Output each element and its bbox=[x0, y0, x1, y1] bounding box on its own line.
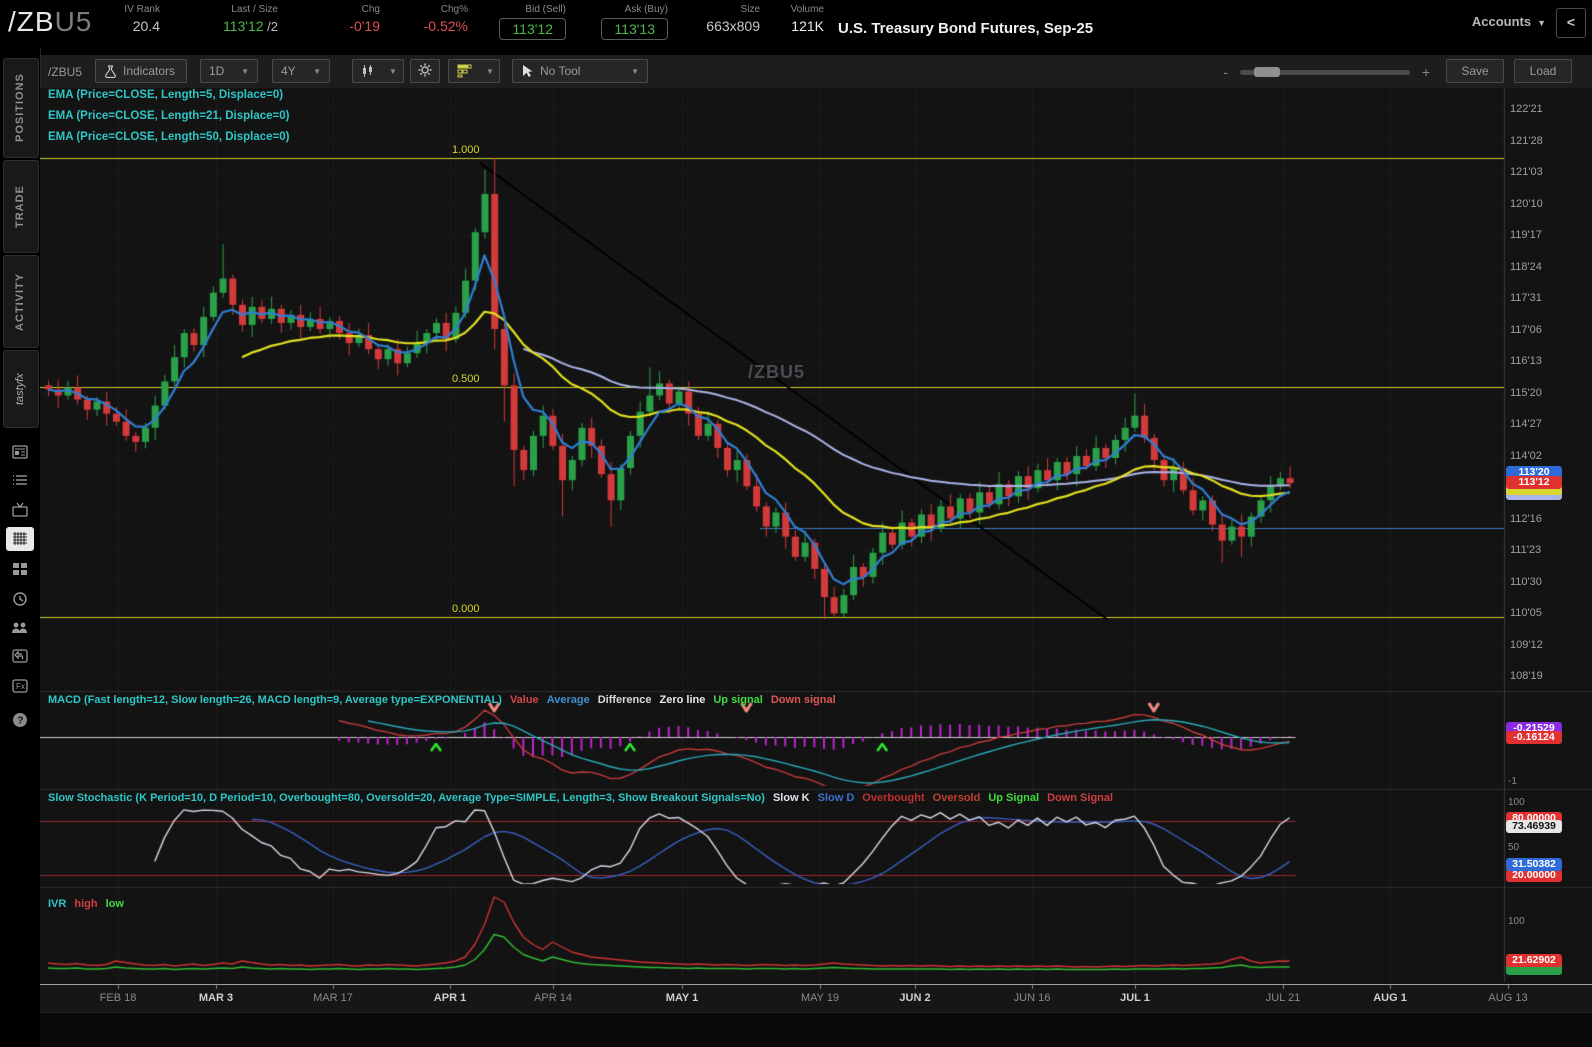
price-axis-label: 120'10 bbox=[1510, 197, 1543, 210]
time-axis-label: MAR 3 bbox=[198, 992, 234, 1004]
time-axis-label: AUG 1 bbox=[1373, 992, 1407, 1004]
ema-study-label[interactable]: EMA (Price=CLOSE, Length=5, Displace=0) bbox=[48, 89, 283, 101]
macd-legend-item: Difference bbox=[597, 694, 652, 706]
price-axis-label: 110'30 bbox=[1510, 575, 1542, 588]
price-axis-label: 122'21 bbox=[1510, 103, 1543, 115]
axis-value-badge: 31.50382 bbox=[1506, 858, 1562, 871]
stoch-legend-item: Slow D bbox=[817, 792, 855, 804]
ivr-legend-item: low bbox=[105, 898, 124, 910]
stoch-study-label: Slow Stochastic (K Period=10, D Period=1… bbox=[48, 792, 765, 804]
price-axis-label: 117'06 bbox=[1510, 323, 1542, 336]
price-axis-label: 121'03 bbox=[1510, 166, 1543, 178]
price-axis-label: 110'05 bbox=[1510, 607, 1542, 619]
stoch-legend-item: Slow K bbox=[772, 792, 810, 804]
time-axis-label: JUN 16 bbox=[1013, 992, 1051, 1004]
panel-axis-tick: -1 bbox=[1508, 776, 1517, 787]
time-axis-label: MAY 19 bbox=[800, 992, 840, 1004]
price-axis-label: 121'28 bbox=[1510, 134, 1543, 147]
time-axis-label: AUG 13 bbox=[1488, 992, 1528, 1004]
price-axis-label: 112'16 bbox=[1510, 512, 1542, 525]
macd-legend: MACD (Fast length=12, Slow length=26, MA… bbox=[48, 694, 844, 706]
axis-value-badge: 113'12 bbox=[1506, 476, 1562, 490]
macd-legend-item: Zero line bbox=[659, 694, 706, 706]
price-axis-label: 108'19 bbox=[1510, 670, 1543, 682]
chart-watermark: /ZBU5 bbox=[748, 362, 806, 382]
price-axis-label: 115'20 bbox=[1510, 386, 1542, 399]
time-axis-label: APR 1 bbox=[433, 992, 467, 1004]
time-axis-label: MAR 17 bbox=[313, 992, 353, 1004]
time-axis-label: JUL 1 bbox=[1120, 992, 1150, 1004]
stoch-legend-item: Down Signal bbox=[1047, 792, 1114, 804]
ivr-legend-item: high bbox=[74, 898, 98, 910]
price-axis-label: 119'17 bbox=[1510, 229, 1542, 241]
ema-study-label[interactable]: EMA (Price=CLOSE, Length=21, Displace=0) bbox=[48, 110, 289, 122]
ema-study-label[interactable]: EMA (Price=CLOSE, Length=50, Displace=0) bbox=[48, 131, 289, 143]
chart-surface[interactable] bbox=[40, 88, 1504, 984]
price-axis-label: 118'24 bbox=[1510, 260, 1542, 273]
price-axis-label: 109'12 bbox=[1510, 638, 1543, 651]
price-axis-label: 116'13 bbox=[1510, 355, 1542, 367]
macd-legend-item: Up signal bbox=[713, 694, 763, 706]
axis-value-badge: -0.16124 bbox=[1506, 731, 1562, 744]
macd-legend-item: Down signal bbox=[770, 694, 836, 706]
time-axis-label: FEB 18 bbox=[99, 992, 137, 1004]
panel-axis-tick: 50 bbox=[1508, 842, 1520, 853]
axis-value-badge: 21.62902 bbox=[1506, 954, 1562, 967]
macd-legend-item: Value bbox=[509, 694, 539, 706]
fib-level-label: 0.000 bbox=[452, 602, 480, 615]
stoch-legend: Slow Stochastic (K Period=10, D Period=1… bbox=[48, 792, 1121, 804]
fib-level-label: 1.000 bbox=[452, 143, 480, 156]
macd-legend-item: Average bbox=[546, 694, 590, 706]
price-axis-label: 117'31 bbox=[1510, 292, 1542, 304]
fib-level-label: 0.500 bbox=[452, 373, 480, 386]
time-axis-label: MAY 1 bbox=[665, 992, 699, 1004]
stoch-legend-item: Overbought bbox=[862, 792, 925, 804]
trading-platform-window: /ZBU5 IV Rank20.4Last / Size113'12 /2Chg… bbox=[0, 0, 1592, 1047]
axis-value-badge: 73.46939 bbox=[1506, 820, 1562, 833]
stoch-legend-item: Up Signal bbox=[988, 792, 1040, 804]
panel-axis-tick: 100 bbox=[1508, 916, 1525, 927]
price-axis-label: 114'02 bbox=[1510, 449, 1542, 462]
panel-axis-tick: 100 bbox=[1508, 797, 1525, 808]
ivr-legend: IVR high low bbox=[48, 898, 132, 910]
stoch-legend-item: Oversold bbox=[932, 792, 981, 804]
time-axis-label: JUN 2 bbox=[899, 992, 931, 1004]
ivr-study-label: IVR bbox=[48, 898, 67, 910]
macd-study-label: MACD (Fast length=12, Slow length=26, MA… bbox=[48, 694, 502, 706]
time-axis-label: APR 14 bbox=[534, 992, 572, 1004]
price-axis-label: 114'27 bbox=[1510, 418, 1542, 430]
price-axis-label: 111'23 bbox=[1510, 544, 1542, 556]
time-axis-label: JUL 21 bbox=[1265, 992, 1301, 1004]
